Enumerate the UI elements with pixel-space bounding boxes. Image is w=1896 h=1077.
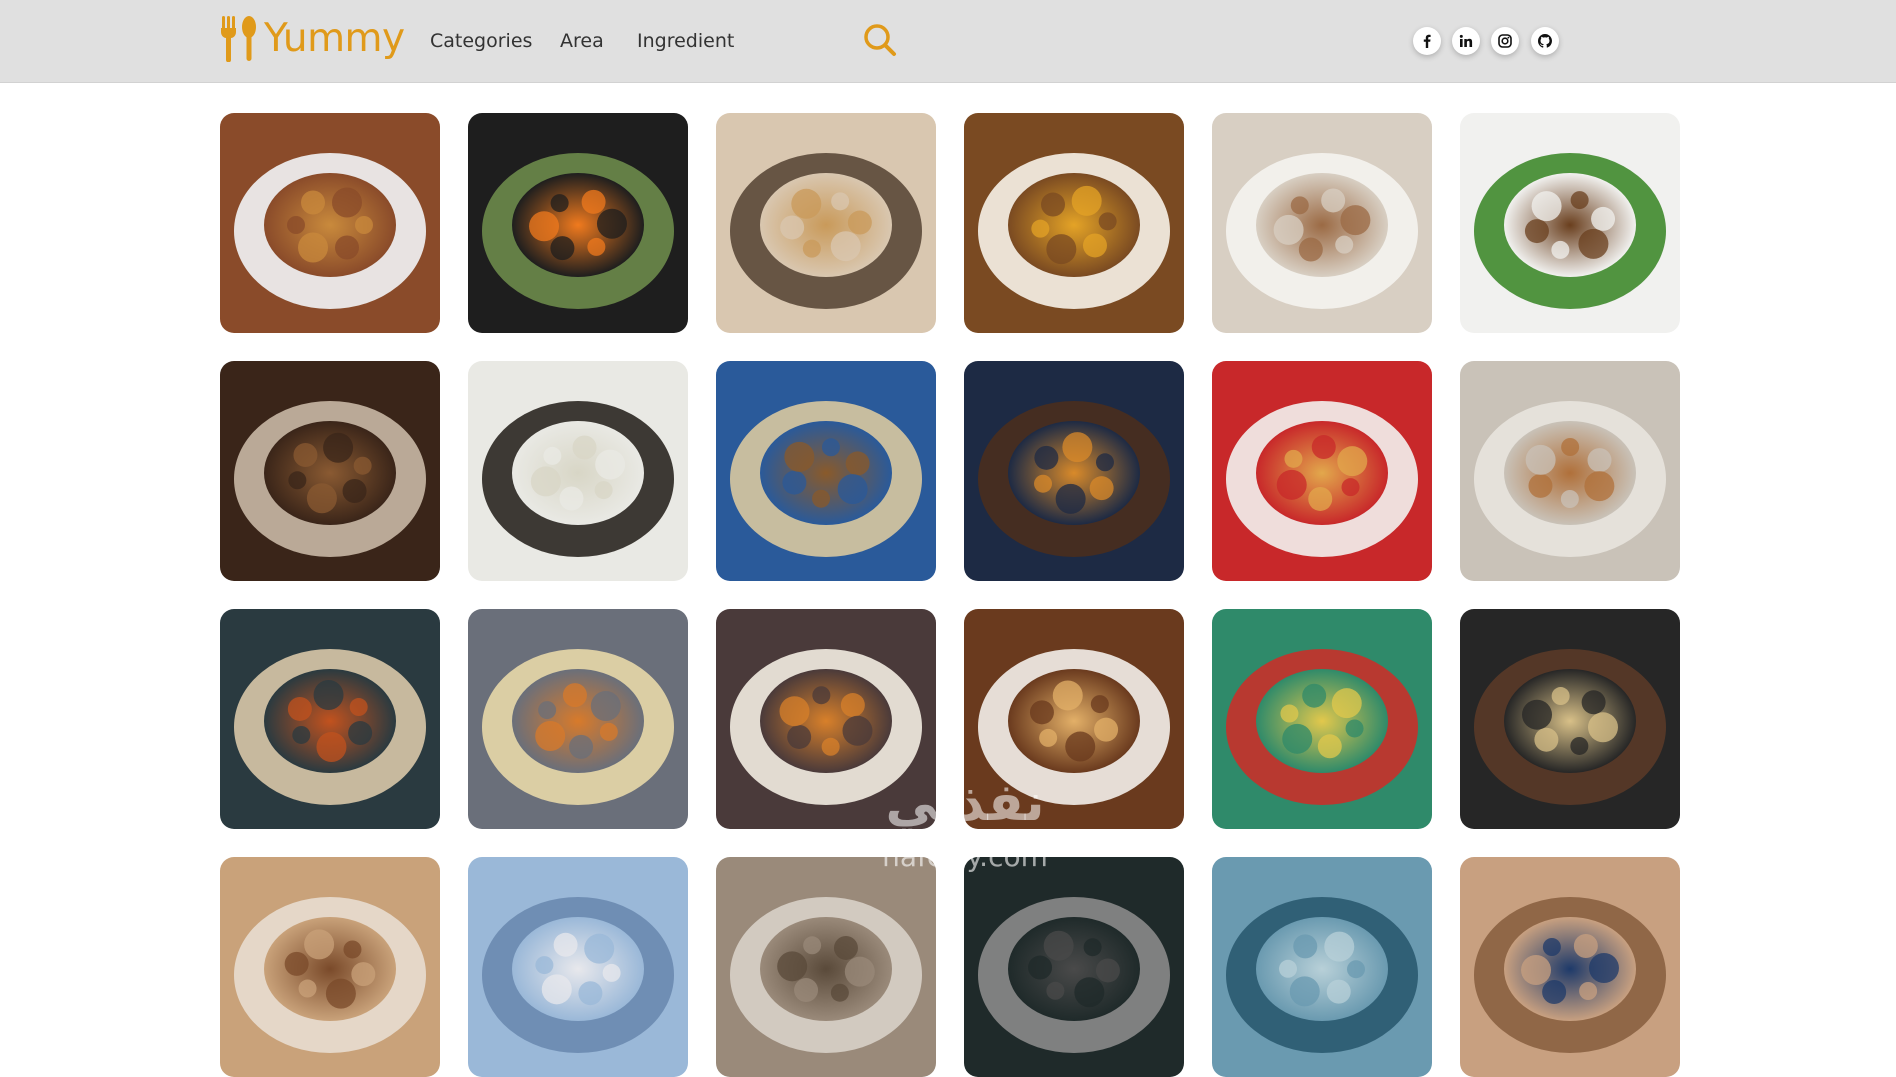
- navbar: Yummy Categories Area Ingredient: [0, 0, 1896, 83]
- meal-card[interactable]: [220, 361, 440, 581]
- meal-dumplings: [468, 361, 688, 581]
- meal-burger: [964, 361, 1184, 581]
- meal-grid: [220, 113, 1680, 1077]
- meal-partial-2: [468, 857, 688, 1077]
- meal-card[interactable]: [1460, 609, 1680, 829]
- meal-card[interactable]: [964, 361, 1184, 581]
- instagram-icon[interactable]: [1491, 27, 1519, 55]
- meal-partial-3: [716, 857, 936, 1077]
- meal-card[interactable]: [716, 113, 936, 333]
- meal-koshari: [468, 609, 688, 829]
- meal-card[interactable]: [1212, 857, 1432, 1077]
- meal-sushi-rolls: [468, 113, 688, 333]
- meal-card[interactable]: [964, 609, 1184, 829]
- meal-card[interactable]: [964, 857, 1184, 1077]
- meal-liver-and-onions: [220, 361, 440, 581]
- meal-card[interactable]: [220, 857, 440, 1077]
- meal-card[interactable]: [1460, 857, 1680, 1077]
- github-icon[interactable]: [1531, 27, 1559, 55]
- meal-partial-1: [220, 857, 440, 1077]
- meal-card[interactable]: [1460, 361, 1680, 581]
- meal-card[interactable]: [468, 361, 688, 581]
- meal-card[interactable]: [716, 609, 936, 829]
- meal-moussaka: [1460, 609, 1680, 829]
- meal-card[interactable]: [1212, 113, 1432, 333]
- brand-logo[interactable]: Yummy: [218, 14, 405, 64]
- meal-card[interactable]: [1212, 361, 1432, 581]
- linkedin-icon[interactable]: [1452, 27, 1480, 55]
- meal-card[interactable]: [1212, 609, 1432, 829]
- meal-lentil-soup: [964, 113, 1184, 333]
- meal-card[interactable]: [468, 609, 688, 829]
- meal-partial-4: [964, 857, 1184, 1077]
- meal-harira-soup: [220, 609, 440, 829]
- meal-card[interactable]: [716, 857, 936, 1077]
- meal-stuffed-potato: [1212, 113, 1432, 333]
- meal-card[interactable]: [220, 113, 440, 333]
- meal-card[interactable]: [716, 361, 936, 581]
- meal-lasagna: [1212, 361, 1432, 581]
- meal-partial-6: [1460, 857, 1680, 1077]
- meal-poutine: [716, 609, 936, 829]
- meal-fried-dough-balls: [1460, 361, 1680, 581]
- meal-card[interactable]: [964, 113, 1184, 333]
- facebook-icon[interactable]: [1413, 27, 1441, 55]
- nav-link-categories[interactable]: Categories: [430, 29, 532, 53]
- meal-card[interactable]: [468, 857, 688, 1077]
- meal-falafel: [1460, 113, 1680, 333]
- fork-spoon-icon: [221, 16, 256, 62]
- meal-partial-5: [1212, 857, 1432, 1077]
- meal-card[interactable]: [220, 609, 440, 829]
- meal-card[interactable]: [468, 113, 688, 333]
- search-icon[interactable]: [862, 22, 898, 58]
- meal-tagine-plate: [716, 361, 936, 581]
- meal-card[interactable]: [1460, 113, 1680, 333]
- meal-nachos: [1212, 609, 1432, 829]
- meal-pancakes: [964, 609, 1184, 829]
- meal-meat-pie: [716, 113, 936, 333]
- nav-link-ingredient[interactable]: Ingredient: [637, 29, 734, 53]
- brand-name: Yummy: [264, 16, 405, 61]
- meal-stew-in-bowl: [220, 113, 440, 333]
- nav-link-area[interactable]: Area: [560, 29, 604, 53]
